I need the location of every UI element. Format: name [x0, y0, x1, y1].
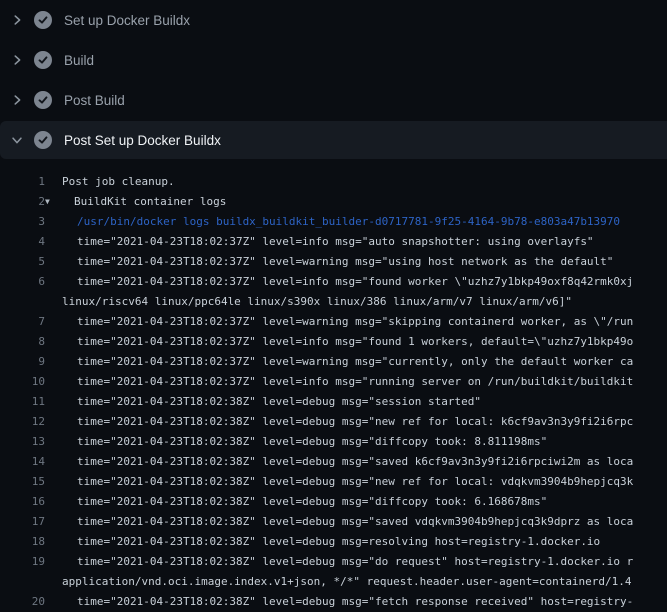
- log-line-number[interactable]: 8: [0, 332, 45, 352]
- log-line-text: time="2021-04-23T18:02:38Z" level=debug …: [62, 432, 547, 452]
- log-line-text: time="2021-04-23T18:02:37Z" level=warnin…: [62, 312, 633, 332]
- log-line-number[interactable]: 12: [0, 412, 45, 432]
- log-line: 11 time="2021-04-23T18:02:38Z" level=deb…: [0, 392, 667, 412]
- log-line: 15 time="2021-04-23T18:02:38Z" level=deb…: [0, 472, 667, 492]
- log-line-text: Post job cleanup.: [62, 172, 175, 192]
- log-viewer: 1 Post job cleanup. 2 ▼ BuildKit containe…: [0, 160, 667, 612]
- log-line: 12 time="2021-04-23T18:02:38Z" level=deb…: [0, 412, 667, 432]
- log-line-text: time="2021-04-23T18:02:37Z" level=warnin…: [62, 252, 613, 272]
- log-line-text: time="2021-04-23T18:02:38Z" level=debug …: [62, 592, 633, 612]
- step-label: Post Build: [64, 93, 125, 108]
- log-line-number[interactable]: 9: [0, 352, 45, 372]
- log-line-text: linux/riscv64 linux/ppc64le linux/s390x …: [62, 292, 572, 312]
- chevron-right-icon: [10, 53, 24, 67]
- log-line-number[interactable]: 10: [0, 372, 45, 392]
- log-line-number[interactable]: 5: [0, 252, 45, 272]
- log-line: 20 time="2021-04-23T18:02:38Z" level=deb…: [0, 592, 667, 612]
- log-line: 3 /usr/bin/docker logs buildx_buildkit_b…: [0, 212, 667, 232]
- step-label: Post Set up Docker Buildx: [64, 133, 221, 148]
- log-line-number[interactable]: 18: [0, 532, 45, 552]
- log-line-text: time="2021-04-23T18:02:37Z" level=info m…: [62, 372, 633, 392]
- log-line-number[interactable]: 11: [0, 392, 45, 412]
- log-line: 8 time="2021-04-23T18:02:37Z" level=info…: [0, 332, 667, 352]
- log-line: application/vnd.oci.image.index.v1+json,…: [0, 572, 667, 592]
- log-line-number[interactable]: 15: [0, 472, 45, 492]
- check-circle-icon: [34, 91, 52, 109]
- log-line: 14 time="2021-04-23T18:02:38Z" level=deb…: [0, 452, 667, 472]
- log-line-text: /usr/bin/docker logs buildx_buildkit_bui…: [62, 212, 620, 232]
- steps-list: Set up Docker Buildx Build Post Buil: [0, 0, 667, 159]
- log-line-text: time="2021-04-23T18:02:38Z" level=debug …: [62, 552, 633, 572]
- log-line-number[interactable]: 20: [0, 592, 45, 612]
- chevron-right-icon: [10, 93, 24, 107]
- step-label: Set up Docker Buildx: [64, 13, 190, 28]
- triangle-down-icon: ▼: [45, 192, 57, 212]
- log-line: 18 time="2021-04-23T18:02:38Z" level=deb…: [0, 532, 667, 552]
- log-line: 1 Post job cleanup.: [0, 172, 667, 192]
- check-circle-icon: [34, 131, 52, 149]
- log-line-number[interactable]: 1: [0, 172, 45, 192]
- log-line-text: time="2021-04-23T18:02:37Z" level=info m…: [62, 272, 633, 292]
- log-group-toggle[interactable]: 2 ▼ BuildKit container logs: [0, 192, 667, 212]
- log-line: 7 time="2021-04-23T18:02:37Z" level=warn…: [0, 312, 667, 332]
- log-line-text: time="2021-04-23T18:02:38Z" level=debug …: [62, 412, 633, 432]
- log-line: 10 time="2021-04-23T18:02:37Z" level=inf…: [0, 372, 667, 392]
- log-line-text: time="2021-04-23T18:02:37Z" level=info m…: [62, 332, 633, 352]
- step-row-3[interactable]: Post Set up Docker Buildx: [0, 121, 667, 159]
- log-line-text: time="2021-04-23T18:02:38Z" level=debug …: [62, 452, 633, 472]
- log-line-text: application/vnd.oci.image.index.v1+json,…: [62, 572, 632, 592]
- log-line: 16 time="2021-04-23T18:02:38Z" level=deb…: [0, 492, 667, 512]
- log-line-number[interactable]: 7: [0, 312, 45, 332]
- log-line-text: time="2021-04-23T18:02:38Z" level=debug …: [62, 532, 600, 552]
- log-line-text: time="2021-04-23T18:02:38Z" level=debug …: [62, 492, 547, 512]
- log-line-number[interactable]: 4: [0, 232, 45, 252]
- log-line-text: time="2021-04-23T18:02:37Z" level=warnin…: [62, 352, 633, 372]
- log-line: 5 time="2021-04-23T18:02:37Z" level=warn…: [0, 252, 667, 272]
- log-line-text: time="2021-04-23T18:02:37Z" level=info m…: [62, 232, 594, 252]
- log-line-number[interactable]: [0, 572, 45, 592]
- log-line-number[interactable]: 14: [0, 452, 45, 472]
- log-line: 4 time="2021-04-23T18:02:37Z" level=info…: [0, 232, 667, 252]
- log-line-number[interactable]: [0, 292, 45, 312]
- step-row-2[interactable]: Post Build: [0, 80, 667, 120]
- log-line-text: BuildKit container logs: [74, 192, 226, 212]
- check-circle-icon: [34, 51, 52, 69]
- log-line: linux/riscv64 linux/ppc64le linux/s390x …: [0, 292, 667, 312]
- check-circle-icon: [34, 11, 52, 29]
- log-line-number[interactable]: 17: [0, 512, 45, 532]
- log-line: 17 time="2021-04-23T18:02:38Z" level=deb…: [0, 512, 667, 532]
- chevron-right-icon: [10, 13, 24, 27]
- step-label: Build: [64, 53, 94, 68]
- log-line-number[interactable]: 2: [0, 192, 45, 212]
- log-line-text: time="2021-04-23T18:02:38Z" level=debug …: [62, 472, 633, 492]
- log-line-number[interactable]: 3: [0, 212, 45, 232]
- step-row-1[interactable]: Build: [0, 40, 667, 80]
- log-line: 19 time="2021-04-23T18:02:38Z" level=deb…: [0, 552, 667, 572]
- log-line-number[interactable]: 6: [0, 272, 45, 292]
- log-line-number[interactable]: 16: [0, 492, 45, 512]
- log-line-number[interactable]: 19: [0, 552, 45, 572]
- log-line: 13 time="2021-04-23T18:02:38Z" level=deb…: [0, 432, 667, 452]
- log-line: 9 time="2021-04-23T18:02:37Z" level=warn…: [0, 352, 667, 372]
- log-line-text: time="2021-04-23T18:02:38Z" level=debug …: [62, 392, 481, 412]
- log-line-number[interactable]: 13: [0, 432, 45, 452]
- log-line-text: time="2021-04-23T18:02:38Z" level=debug …: [62, 512, 633, 532]
- chevron-down-icon: [10, 133, 24, 147]
- step-row-0[interactable]: Set up Docker Buildx: [0, 0, 667, 40]
- log-line: 6 time="2021-04-23T18:02:37Z" level=info…: [0, 272, 667, 292]
